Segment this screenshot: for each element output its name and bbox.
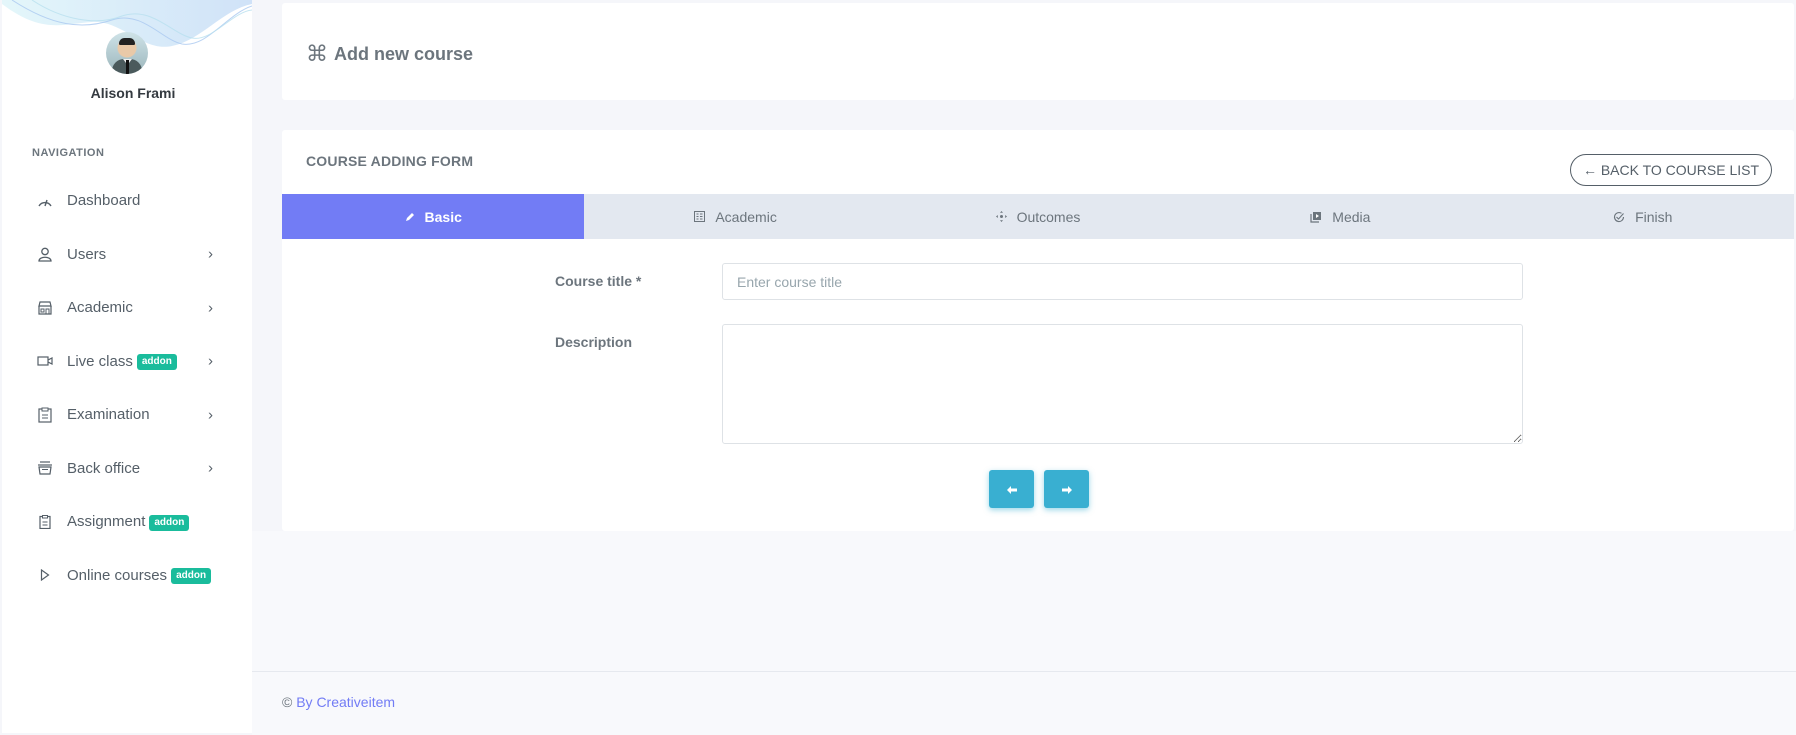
avatar[interactable]	[106, 32, 148, 74]
list-icon	[694, 211, 706, 222]
tab-label: Academic	[715, 208, 777, 225]
play-icon	[36, 566, 54, 584]
sidebar: Alison Frami NAVIGATION Dashboard Users …	[2, 0, 252, 733]
document-icon	[36, 513, 54, 531]
tab-label: Outcomes	[1016, 208, 1081, 225]
sidebar-item-label: Online courses	[67, 566, 168, 584]
tab-label: Basic	[424, 208, 462, 225]
sidebar-item-assignment[interactable]: Assignment addon	[2, 495, 252, 549]
addon-badge: addon	[149, 514, 190, 531]
clipboard-icon	[36, 406, 54, 424]
tab-outcomes[interactable]: Outcomes	[887, 194, 1189, 239]
course-title-input[interactable]	[722, 263, 1523, 300]
description-textarea[interactable]	[722, 324, 1523, 444]
arrow-left-icon	[1006, 482, 1017, 497]
tab-label: Finish	[1635, 208, 1673, 225]
sidebar-item-label: Examination	[67, 406, 150, 424]
sidebar-item-users[interactable]: Users ›	[2, 228, 252, 282]
addon-badge: addon	[136, 354, 177, 371]
pencil-icon	[405, 212, 415, 222]
sidebar-item-examination[interactable]: Examination ›	[2, 388, 252, 442]
course-form-card: COURSE ADDING FORM ← BACK TO COURSE LIST…	[282, 130, 1794, 531]
chevron-right-icon: ›	[208, 299, 213, 317]
sidebar-item-label: Academic	[67, 299, 133, 317]
arrow-right-icon	[1061, 482, 1072, 497]
addon-badge: addon	[171, 568, 212, 585]
sidebar-item-dashboard[interactable]: Dashboard	[2, 174, 252, 228]
basket-icon	[36, 459, 54, 477]
command-icon: ⌘	[306, 41, 328, 66]
previous-step-button[interactable]	[989, 470, 1034, 508]
footer: © By Creativeitem	[252, 671, 1796, 735]
user-name: Alison Frami	[90, 85, 176, 101]
tab-basic[interactable]: Basic	[282, 194, 585, 239]
form-heading: COURSE ADDING FORM	[306, 153, 474, 169]
description-label: Description	[555, 334, 633, 350]
back-to-course-list-button[interactable]: ← BACK TO COURSE LIST	[1570, 154, 1772, 186]
sidebar-item-academic[interactable]: Academic ›	[2, 281, 252, 335]
sidebar-item-back-office[interactable]: Back office ›	[2, 442, 252, 496]
page-title-card: ⌘ Add new course	[282, 3, 1794, 100]
page-title: ⌘ Add new course	[306, 41, 473, 67]
course-title-label: Course title *	[555, 273, 642, 289]
sidebar-item-live-class[interactable]: Live class addon ›	[2, 335, 252, 389]
check-circle-icon	[1613, 211, 1625, 223]
store-icon	[36, 299, 54, 317]
sidebar-item-label: Assignment	[67, 513, 146, 531]
page-title-text: Add new course	[334, 43, 474, 64]
media-icon	[1310, 211, 1322, 223]
sidebar-item-label: Users	[67, 245, 107, 263]
chevron-right-icon: ›	[208, 352, 213, 370]
footer-text: © By Creativeitem	[282, 694, 395, 710]
sidebar-item-online-courses[interactable]: Online courses addon	[2, 549, 252, 603]
tab-label: Media	[1332, 208, 1371, 225]
creativeitem-link[interactable]: By Creativeitem	[296, 694, 395, 710]
next-step-button[interactable]	[1044, 470, 1089, 508]
sidebar-nav: Dashboard Users › Academic › Live class …	[2, 174, 252, 602]
copyright-symbol: ©	[282, 694, 293, 710]
tab-finish[interactable]: Finish	[1492, 194, 1794, 239]
sidebar-item-label: Dashboard	[67, 192, 141, 210]
video-icon	[36, 352, 54, 370]
move-icon	[995, 211, 1007, 222]
form-wizard-tabs: Basic Academic Outcomes Media Finish	[282, 194, 1794, 239]
chevron-right-icon: ›	[208, 406, 213, 424]
sidebar-item-label: Back office	[67, 459, 141, 477]
nav-section-title: NAVIGATION	[32, 147, 105, 159]
sidebar-item-label: Live class	[67, 352, 133, 370]
tab-media[interactable]: Media	[1189, 194, 1491, 239]
chevron-right-icon: ›	[208, 459, 213, 477]
speedometer-icon	[36, 192, 54, 210]
tab-academic[interactable]: Academic	[584, 194, 886, 239]
user-icon	[36, 245, 54, 263]
content-background	[252, 531, 1796, 671]
chevron-right-icon: ›	[208, 245, 213, 263]
